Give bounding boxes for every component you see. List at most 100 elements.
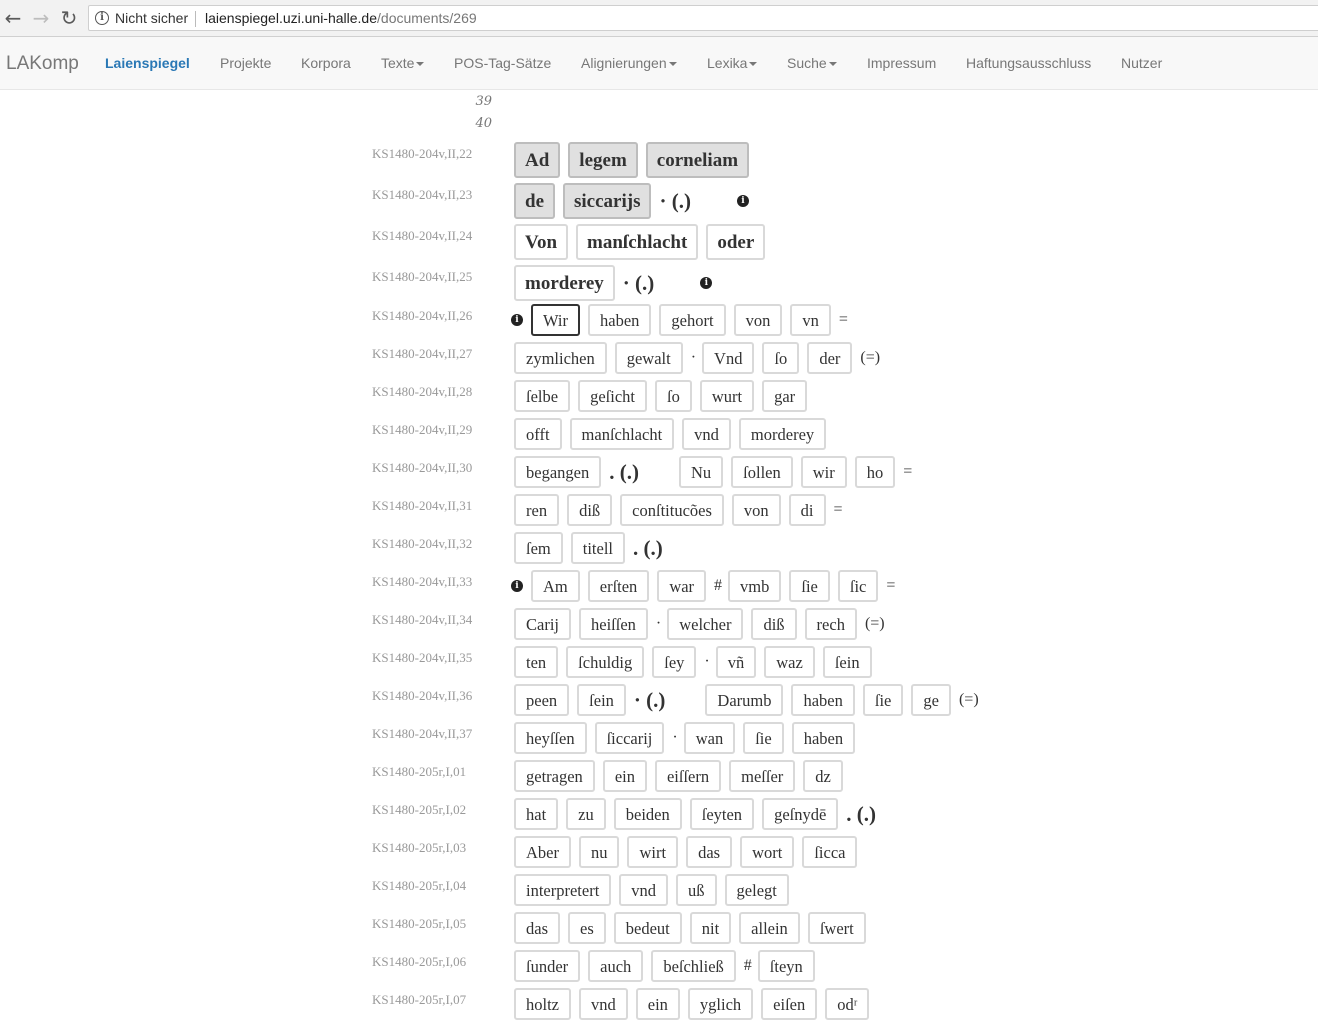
token-button[interactable]: manſchlacht [576,224,699,260]
token-button[interactable]: Wir [531,304,580,336]
token-button[interactable]: legem [568,142,638,178]
token-button[interactable]: rech [804,608,857,640]
token-button[interactable]: zymlichen [514,342,607,374]
token-button[interactable]: gehort [659,304,726,336]
token-button[interactable]: Aber [514,836,571,868]
token-button[interactable]: ſteyn [757,950,815,982]
url-text[interactable]: laienspiegel.uzi.uni-halle.de/documents/… [205,10,477,26]
token-button[interactable]: meſſer [729,760,796,792]
token-button[interactable]: interpretert [514,874,612,906]
token-button[interactable]: diß [567,494,613,526]
token-button[interactable]: das [686,836,733,868]
token-button[interactable]: ſollen [731,456,793,488]
token-button[interactable]: ſelbe [514,380,571,412]
token-button[interactable]: haben [588,304,652,336]
token-button[interactable]: beiden [613,798,682,830]
token-button[interactable]: ſic [837,570,879,602]
token-button[interactable]: di [788,494,826,526]
token-button[interactable]: vmb [728,570,782,602]
token-button[interactable]: begangen [514,456,602,488]
token-button[interactable]: zu [566,798,606,830]
token-button[interactable]: Am [531,570,580,602]
nav-item-texte[interactable]: Texte [381,55,425,71]
token-button[interactable]: ſo [654,380,692,412]
token-button[interactable]: siccarijs [563,183,652,219]
token-button[interactable]: wort [740,836,795,868]
nav-item-pos-tag-sätze[interactable]: POS-Tag-Sätze [454,55,551,71]
token-button[interactable]: offt [514,418,562,450]
nav-item-projekte[interactable]: Projekte [220,55,271,71]
token-button[interactable]: diß [751,608,797,640]
token-button[interactable]: bedeut [613,912,682,944]
token-button[interactable]: vnd [619,874,669,906]
token-button[interactable]: ſem [514,532,563,564]
token-button[interactable]: vnd [579,988,628,1020]
token-button[interactable]: ren [514,494,560,526]
token-button[interactable]: ſunder [514,950,581,982]
nav-item-suche[interactable]: Suche [787,55,837,71]
nav-item-nutzer[interactable]: Nutzer [1121,55,1162,71]
info-icon[interactable]: i [736,195,749,207]
token-button[interactable]: Carij [514,608,571,640]
token-button[interactable]: Von [514,224,569,260]
nav-item-alignierungen[interactable]: Alignierungen [581,55,677,71]
token-button[interactable]: vn [790,304,831,336]
token-button[interactable]: odʳ [825,988,870,1020]
reload-icon[interactable]: ↻ [58,6,80,30]
token-button[interactable]: beſchließ [651,950,736,982]
token-button[interactable]: von [731,494,781,526]
token-button[interactable]: vñ [715,646,757,678]
token-button[interactable]: Vnd [702,342,755,374]
token-button[interactable]: das [514,912,560,944]
token-button[interactable]: nu [578,836,620,868]
token-button[interactable]: de [514,183,555,219]
token-button[interactable]: ein [635,988,680,1020]
token-button[interactable]: ho [854,456,896,488]
token-button[interactable]: der [807,342,853,374]
nav-item-haftungsausschluss[interactable]: Haftungsausschluss [966,55,1091,71]
token-button[interactable]: ge [911,684,951,716]
token-button[interactable]: auch [588,950,644,982]
token-button[interactable]: von [733,304,783,336]
info-icon[interactable]: i [95,11,109,25]
forward-arrow-icon[interactable]: → [30,6,52,30]
token-button[interactable]: erſten [587,570,650,602]
token-button[interactable]: yglich [687,988,754,1020]
nav-item-korpora[interactable]: Korpora [301,55,351,71]
token-button[interactable]: ſein [577,684,626,716]
token-button[interactable]: heiſſen [579,608,648,640]
token-button[interactable]: eiſſern [654,760,722,792]
token-button[interactable]: ſiccarij [594,722,665,754]
token-button[interactable]: Darumb [705,684,784,716]
brand-logo[interactable]: LAKomp [6,53,79,75]
token-button[interactable]: uß [676,874,717,906]
back-arrow-icon[interactable]: ← [2,6,24,30]
token-button[interactable]: wir [800,456,847,488]
token-button[interactable]: es [568,912,606,944]
nav-item-laienspiegel[interactable]: Laienspiegel [105,55,190,71]
token-button[interactable]: getragen [514,760,595,792]
token-button[interactable]: war [657,570,707,602]
token-button[interactable]: gewalt [614,342,683,374]
token-button[interactable]: geſicht [578,380,647,412]
token-button[interactable]: wurt [699,380,755,412]
token-button[interactable]: geſnydē [762,798,839,830]
token-button[interactable]: manſchlacht [569,418,675,450]
token-button[interactable]: gar [762,380,808,412]
token-button[interactable]: dz [803,760,843,792]
token-button[interactable]: wirt [627,836,679,868]
token-button[interactable]: Nu [678,456,724,488]
token-button[interactable]: haben [791,684,855,716]
token-button[interactable]: conſtitucões [620,494,724,526]
token-button[interactable]: morderey [514,265,615,301]
nav-item-lexika[interactable]: Lexika [707,55,758,71]
token-button[interactable]: gelegt [724,874,789,906]
token-button[interactable]: ein [602,760,647,792]
address-bar[interactable]: i Nicht sicher laienspiegel.uzi.uni-hall… [88,5,1318,31]
token-button[interactable]: eiſen [761,988,818,1020]
token-button[interactable]: Ad [514,142,561,178]
token-button[interactable]: ſein [822,646,872,678]
token-button[interactable]: welcher [667,608,744,640]
token-button[interactable]: ſie [789,570,830,602]
token-button[interactable]: ten [514,646,559,678]
